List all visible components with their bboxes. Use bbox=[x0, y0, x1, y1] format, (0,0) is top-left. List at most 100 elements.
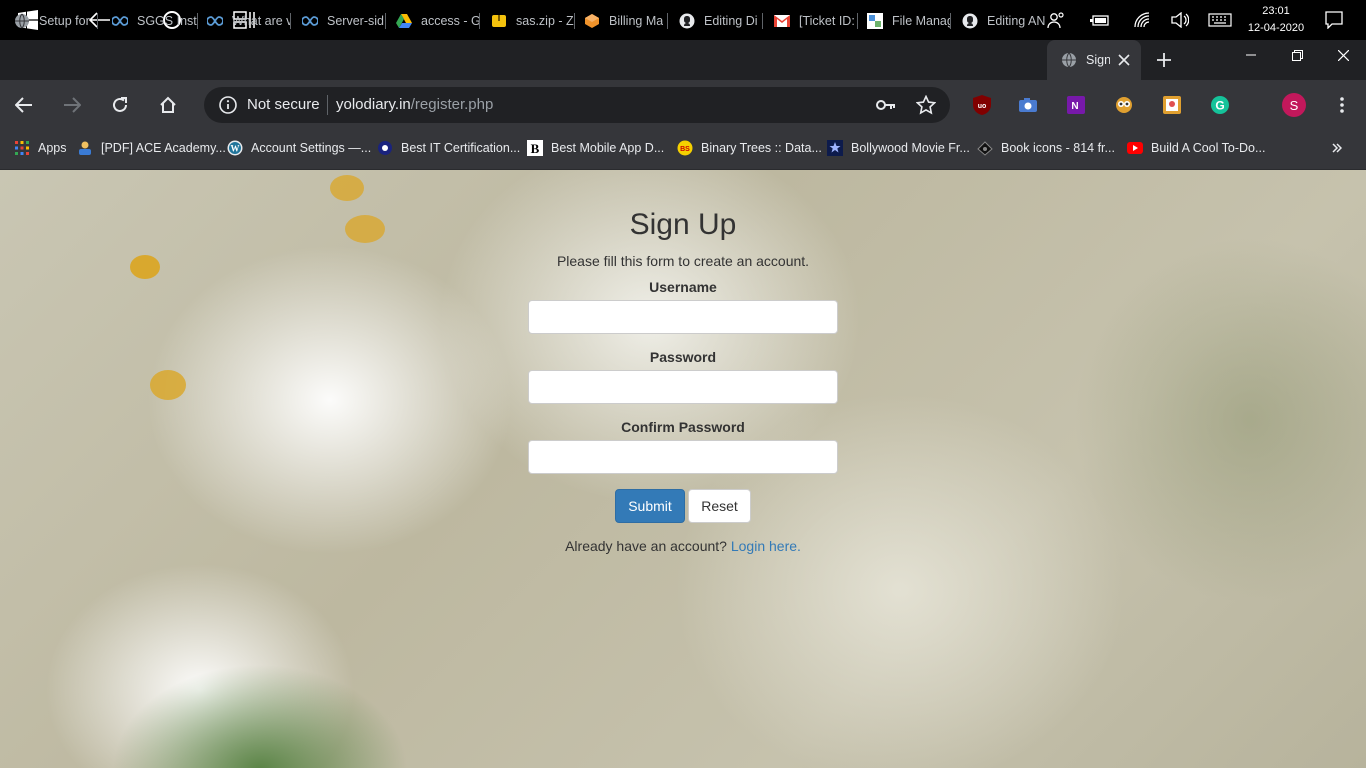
zip-icon bbox=[491, 13, 507, 29]
tab-item[interactable]: sas.zip - Z bbox=[477, 6, 575, 36]
page-title: Sign Up bbox=[629, 208, 737, 241]
tab-item[interactable]: Editing Di bbox=[665, 6, 763, 36]
key-icon[interactable] bbox=[876, 95, 896, 115]
new-tab-plus-icon[interactable] bbox=[1150, 46, 1178, 74]
system-clock[interactable]: 23:01 12-04-2020 bbox=[1240, 3, 1312, 37]
grammarly-icon[interactable]: G bbox=[1210, 95, 1230, 115]
bookmark-label: Binary Trees :: Data... bbox=[701, 141, 822, 155]
tab-item-active[interactable]: Sign bbox=[1047, 40, 1141, 80]
url-text[interactable]: yolodiary.in/register.php bbox=[336, 96, 493, 113]
chrome-menu-icon[interactable] bbox=[1332, 95, 1352, 115]
onenote-icon[interactable]: N bbox=[1066, 95, 1086, 115]
youtube-icon bbox=[1127, 140, 1143, 156]
svg-text:W: W bbox=[231, 144, 240, 154]
globe-icon bbox=[1061, 52, 1077, 68]
infinity-icon bbox=[302, 13, 318, 29]
certification-icon bbox=[377, 140, 393, 156]
username-input[interactable] bbox=[528, 300, 838, 334]
tab-title: Billing Ma bbox=[609, 14, 664, 28]
tab-title: Setup for bbox=[39, 14, 90, 28]
url-domain: yolodiary.in bbox=[336, 96, 411, 113]
restore-window-icon[interactable] bbox=[1274, 40, 1320, 70]
bookmark-item[interactable]: BS Binary Trees :: Data... bbox=[677, 138, 822, 158]
flower-stamen bbox=[330, 175, 364, 201]
tab-item[interactable]: Billing Ma bbox=[570, 6, 668, 36]
action-center-icon[interactable] bbox=[1322, 8, 1346, 32]
forward-icon[interactable] bbox=[56, 89, 88, 121]
tab-title: [Ticket ID: bbox=[799, 14, 855, 28]
bookmark-item[interactable]: [PDF] ACE Academy... bbox=[77, 138, 226, 158]
info-icon[interactable] bbox=[218, 95, 238, 115]
tab-title: Editing AN bbox=[987, 14, 1046, 28]
volume-icon[interactable] bbox=[1168, 8, 1192, 32]
aws-icon bbox=[584, 13, 600, 29]
tab-item[interactable]: access - G bbox=[382, 6, 480, 36]
tab-item[interactable]: SGGS Insti bbox=[98, 6, 198, 36]
reset-button[interactable]: Reset bbox=[688, 489, 751, 523]
flower-stamen bbox=[150, 370, 186, 400]
wifi-icon[interactable] bbox=[1130, 8, 1154, 32]
bollywood-icon bbox=[827, 140, 843, 156]
svg-text:N: N bbox=[1071, 101, 1078, 112]
infinity-icon bbox=[207, 13, 223, 29]
screenshot-camera-icon[interactable] bbox=[1018, 95, 1038, 115]
bookmark-item[interactable]: Bollywood Movie Fr... bbox=[827, 138, 970, 158]
close-window-icon[interactable] bbox=[1320, 40, 1366, 70]
tab-title: sas.zip - Z bbox=[516, 14, 574, 28]
tab-title: Server-sid bbox=[327, 14, 384, 28]
people-icon[interactable] bbox=[1044, 8, 1068, 32]
username-label: Username bbox=[649, 279, 717, 295]
password-input[interactable] bbox=[528, 370, 838, 404]
clock-time: 23:01 bbox=[1262, 5, 1290, 17]
confirm-password-input[interactable] bbox=[528, 440, 838, 474]
keyboard-icon[interactable] bbox=[1208, 8, 1232, 32]
ace-academy-icon bbox=[77, 140, 93, 156]
bookmark-item[interactable]: Build A Cool To-Do... bbox=[1127, 138, 1265, 158]
bookmark-item[interactable]: B Best Mobile App D... bbox=[527, 138, 664, 158]
ublock-icon[interactable]: uo bbox=[972, 95, 992, 115]
bookmark-label: Book icons - 814 fr... bbox=[1001, 141, 1115, 155]
tab-item[interactable]: Server-sid bbox=[288, 6, 386, 36]
bookmark-item[interactable]: Apps bbox=[14, 138, 67, 158]
bookmark-label: Best Mobile App D... bbox=[551, 141, 665, 155]
bookmark-item[interactable]: W Account Settings —... bbox=[227, 138, 371, 158]
tab-title: Editing Di bbox=[704, 14, 758, 28]
binary-trees-icon: BS bbox=[677, 140, 693, 156]
svg-text:B: B bbox=[531, 141, 540, 156]
owl-extension-icon[interactable] bbox=[1114, 95, 1134, 115]
url-path: /register.php bbox=[410, 96, 494, 113]
login-link[interactable]: Login here. bbox=[731, 538, 801, 554]
tab-item[interactable]: File Manag bbox=[853, 6, 951, 36]
bookmark-item[interactable]: Book icons - 814 fr... bbox=[977, 138, 1115, 158]
back-icon[interactable] bbox=[8, 89, 40, 121]
clock-date: 12-04-2020 bbox=[1247, 22, 1305, 34]
b-logo-icon: B bbox=[527, 140, 543, 156]
picture-extension-icon[interactable] bbox=[1162, 95, 1182, 115]
bookmark-item[interactable]: Best IT Certification... bbox=[377, 138, 520, 158]
apps-grid-icon bbox=[14, 140, 30, 156]
bookmarks-overflow-icon[interactable] bbox=[1332, 138, 1342, 158]
google-drive-icon bbox=[396, 13, 412, 29]
minimize-window-icon[interactable] bbox=[1228, 40, 1274, 70]
form-subtitle: Please fill this form to create an accou… bbox=[556, 253, 810, 269]
bookmark-label: Account Settings —... bbox=[251, 141, 372, 155]
bookmark-label: [PDF] ACE Academy... bbox=[101, 141, 226, 155]
submit-button[interactable]: Submit bbox=[615, 489, 685, 523]
profile-avatar[interactable]: S bbox=[1282, 93, 1306, 117]
tab-title: SGGS Insti bbox=[137, 14, 198, 28]
tab-item[interactable]: Setup for bbox=[0, 6, 98, 36]
not-secure-label[interactable]: Not secure bbox=[247, 96, 320, 113]
reload-icon[interactable] bbox=[104, 89, 136, 121]
home-icon[interactable] bbox=[152, 89, 184, 121]
tab-title: access - G bbox=[421, 14, 480, 28]
close-tab-icon[interactable] bbox=[1118, 54, 1130, 66]
battery-icon[interactable] bbox=[1088, 8, 1112, 32]
tab-item[interactable]: What are v bbox=[193, 6, 291, 36]
github-icon bbox=[962, 13, 978, 29]
tab-item[interactable]: [Ticket ID: bbox=[760, 6, 858, 36]
bookmark-star-icon[interactable] bbox=[916, 95, 936, 115]
tab-item[interactable]: Editing AN bbox=[948, 6, 1046, 36]
svg-text:BS: BS bbox=[680, 146, 690, 153]
tab-title: File Manag bbox=[892, 14, 951, 28]
bookmark-label: Build A Cool To-Do... bbox=[1151, 141, 1266, 155]
